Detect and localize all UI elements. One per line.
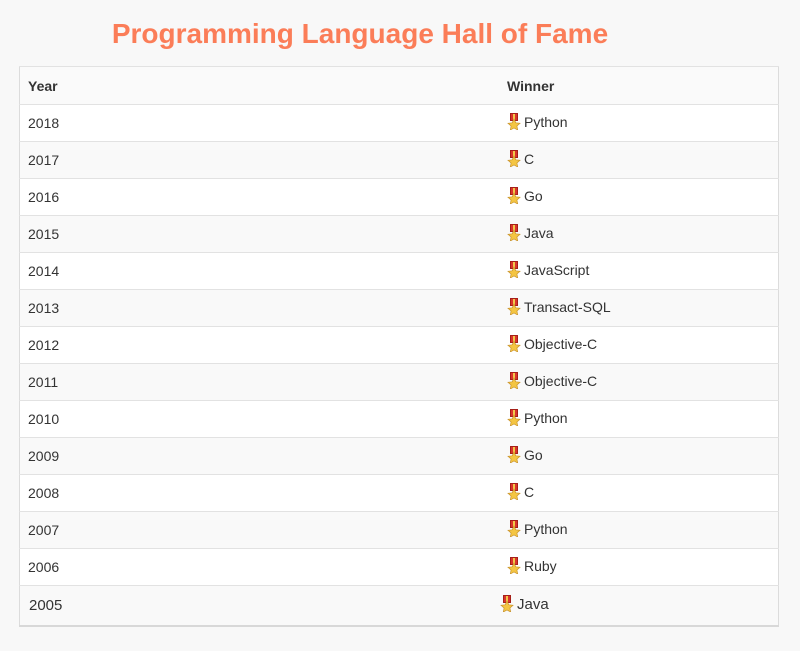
winner-name: Go [524,188,543,204]
page-title: Programming Language Hall of Fame [111,18,609,49]
year-cell: 2011 [19,363,499,401]
winner-cell: Java [499,585,779,626]
winner-name: JavaScript [524,262,590,278]
table-row: 2015 Java [19,215,779,253]
medal-icon [507,113,521,133]
table-row: 2010 Python [19,400,779,438]
medal-icon [507,335,521,355]
year-cell: 2005 [19,585,499,626]
medal-icon [507,150,521,170]
winner-cell: Transact-SQL [499,289,779,327]
table-row: 2012 Objective-C [19,326,779,364]
medal-icon [507,298,521,318]
medal-icon [507,557,521,577]
column-header-year: Year [19,66,499,105]
year-cell: 2006 [19,548,499,586]
winner-cell: Objective-C [499,326,779,364]
year-cell: 2009 [19,437,499,475]
year-cell: 2008 [19,474,499,512]
winner-cell: Ruby [499,548,779,586]
medal-icon [507,187,521,207]
winner-name: Transact-SQL [524,299,611,315]
medal-icon [507,409,521,429]
medal-icon [507,483,521,503]
table-row: 2011 Objective-C [19,363,779,401]
winner-name: Go [524,447,543,463]
winner-cell: JavaScript [499,252,779,290]
medal-icon [507,520,521,540]
winner-cell: Python [499,104,779,142]
year-cell: 2016 [19,178,499,216]
table-row: 2017 C [19,141,779,179]
winner-name: Objective-C [524,336,598,352]
column-header-winner: Winner [499,66,779,105]
year-cell: 2010 [19,400,499,438]
winner-name: C [524,484,535,500]
winner-name: Java [517,596,549,613]
winner-cell: Go [499,178,779,216]
winner-name: Python [524,521,568,537]
year-cell: 2012 [19,326,499,364]
table-row: 2007 Python [19,511,779,549]
medal-icon [500,595,514,616]
year-cell: 2013 [19,289,499,327]
winner-name: Python [524,410,568,426]
table-row: 2006 Ruby [19,548,779,586]
year-cell: 2014 [19,252,499,290]
medal-icon [507,372,521,392]
winner-cell: C [499,474,779,512]
winner-cell: Java [499,215,779,253]
winner-cell: Python [499,400,779,438]
table-header-row: Year Winner [19,66,779,105]
year-cell: 2018 [19,104,499,142]
winner-cell: Python [499,511,779,549]
medal-icon [507,224,521,244]
table-row: 2018 Python [19,104,779,142]
year-cell: 2015 [19,215,499,253]
medal-icon [507,446,521,466]
winner-cell: Objective-C [499,363,779,401]
table-row: 2009 Go [19,437,779,475]
year-cell: 2017 [19,141,499,179]
hall-of-fame-table: Year Winner 2018 Python 2017 C 2016 Go 2015 Jav… [19,66,779,627]
medal-icon [507,261,521,281]
winner-name: C [524,151,535,167]
table-row: 2008 C [19,474,779,512]
winner-name: Java [524,225,554,241]
year-cell: 2007 [19,511,499,549]
winner-name: Ruby [524,558,557,574]
winner-name: Python [524,114,568,130]
table-row: 2005 Java [19,585,779,626]
table-row: 2014 JavaScript [19,252,779,290]
table-row: 2013 Transact-SQL [19,289,779,327]
winner-cell: Go [499,437,779,475]
winner-cell: C [499,141,779,179]
table-row: 2016 Go [19,178,779,216]
winner-name: Objective-C [524,373,598,389]
